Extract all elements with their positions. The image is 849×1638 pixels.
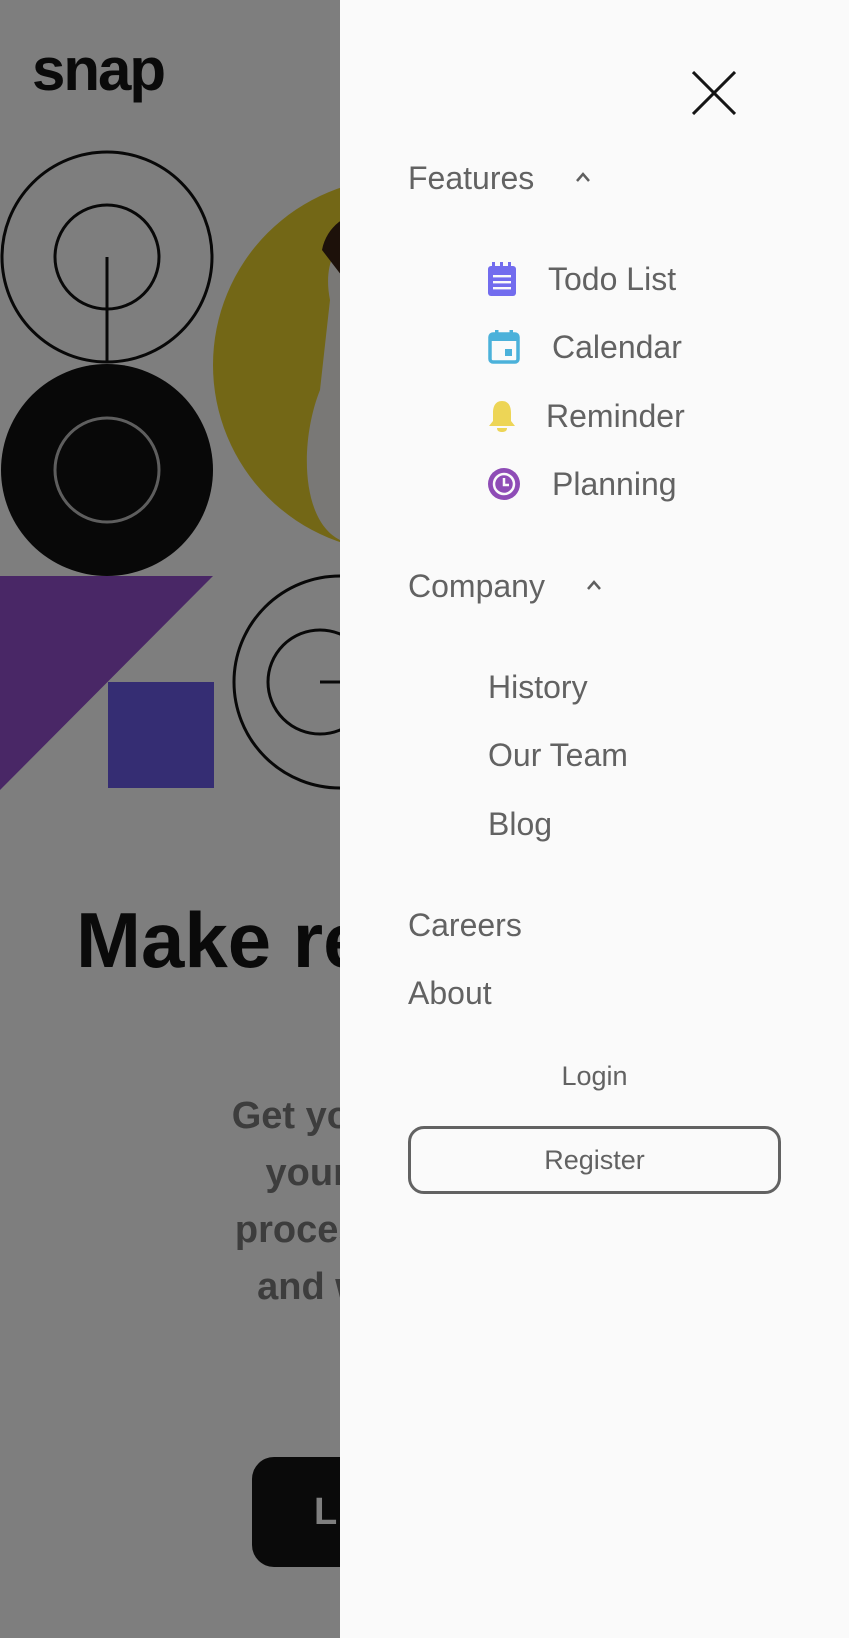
nav-item-our-team[interactable]: Our Team — [488, 735, 628, 775]
register-button[interactable]: Register — [408, 1126, 781, 1194]
nav-about-link[interactable]: About — [408, 973, 492, 1013]
nav-item-todo-list[interactable]: Todo List — [488, 259, 676, 299]
calendar-icon — [488, 330, 520, 364]
nav-company-toggle[interactable]: Company — [408, 566, 545, 606]
nav-item-label: Planning — [552, 466, 677, 502]
nav-item-blog[interactable]: Blog — [488, 804, 552, 844]
chevron-up-icon[interactable] — [576, 170, 590, 184]
nav-careers-link[interactable]: Careers — [408, 905, 522, 945]
nav-item-label: Calendar — [552, 329, 682, 365]
nav-item-label: Todo List — [548, 261, 677, 297]
close-menu-button[interactable] — [692, 71, 736, 115]
nav-item-label: Reminder — [546, 398, 685, 434]
login-button[interactable]: Login — [340, 1056, 849, 1096]
nav-features-toggle[interactable]: Features — [408, 158, 534, 198]
todo-list-icon — [488, 262, 516, 296]
nav-item-history[interactable]: History — [488, 667, 588, 707]
nav-item-planning[interactable]: Planning — [488, 464, 677, 504]
planning-clock-icon — [488, 467, 520, 501]
register-label: Register — [544, 1144, 645, 1175]
mobile-nav-drawer: Features Todo List Calendar Reminder Pla… — [340, 0, 849, 1638]
nav-item-reminder[interactable]: Reminder — [488, 396, 685, 436]
chevron-up-icon[interactable] — [587, 578, 601, 592]
close-icon — [692, 71, 736, 115]
nav-item-calendar[interactable]: Calendar — [488, 327, 682, 367]
reminder-bell-icon — [488, 399, 516, 433]
